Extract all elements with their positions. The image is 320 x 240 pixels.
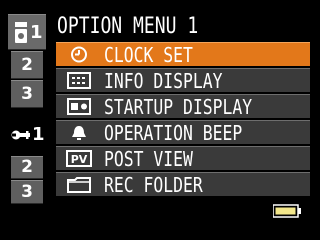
menu-item-label: POST VIEW (104, 147, 193, 171)
menu-item-label: REC FOLDER (104, 173, 203, 197)
menu-item-label: INFO DISPLAY (104, 69, 223, 93)
camera-icon (15, 22, 27, 43)
info-display-icon (67, 72, 91, 89)
wrench-icon (11, 130, 30, 140)
tab-label: 3 (21, 181, 33, 202)
pv-icon-text: PV (71, 153, 88, 166)
startup-display-icon (67, 98, 91, 115)
menu-item-startup-display[interactable]: STARTUP DISPLAY (56, 94, 310, 119)
tab-setup-2[interactable]: 2 (11, 156, 43, 179)
menu-item-clock-set[interactable]: CLOCK SET (56, 42, 310, 67)
menu-item-rec-folder[interactable]: REC FOLDER (56, 172, 310, 197)
tab-label: 2 (21, 54, 33, 75)
tab-label: 2 (21, 157, 33, 177)
page-title: OPTION MENU 1 (57, 14, 199, 39)
menu-item-post-view[interactable]: PV POST VIEW (56, 146, 310, 171)
clock-icon (71, 46, 87, 63)
tab-setup-3[interactable]: 3 (11, 180, 43, 204)
battery-level (275, 207, 296, 215)
tab-record-1[interactable]: 1 (8, 14, 46, 50)
tab-label: 1 (32, 124, 45, 145)
tab-record-3[interactable]: 3 (11, 80, 43, 108)
battery-icon (273, 204, 301, 218)
menu-tabs: 1 2 3 1 2 3 (8, 14, 46, 204)
menu-item-operation-beep[interactable]: OPERATION BEEP (56, 120, 310, 145)
camera-menu-screen: 1 2 3 1 2 3 OPTION MENU 1 CLOCK SET INFO… (0, 0, 320, 240)
menu-item-label: OPERATION BEEP (104, 121, 243, 145)
menu-item-info-display[interactable]: INFO DISPLAY (56, 68, 310, 93)
pv-icon: PV (66, 150, 92, 167)
tab-label: 1 (30, 22, 43, 43)
tab-record-2[interactable]: 2 (11, 51, 43, 79)
tab-setup-1[interactable]: 1 (8, 118, 46, 154)
bell-icon (72, 126, 86, 140)
tab-label: 3 (21, 83, 33, 104)
menu-item-label: STARTUP DISPLAY (104, 95, 253, 119)
menu-item-label: CLOCK SET (104, 43, 193, 67)
folder-icon (67, 177, 91, 193)
